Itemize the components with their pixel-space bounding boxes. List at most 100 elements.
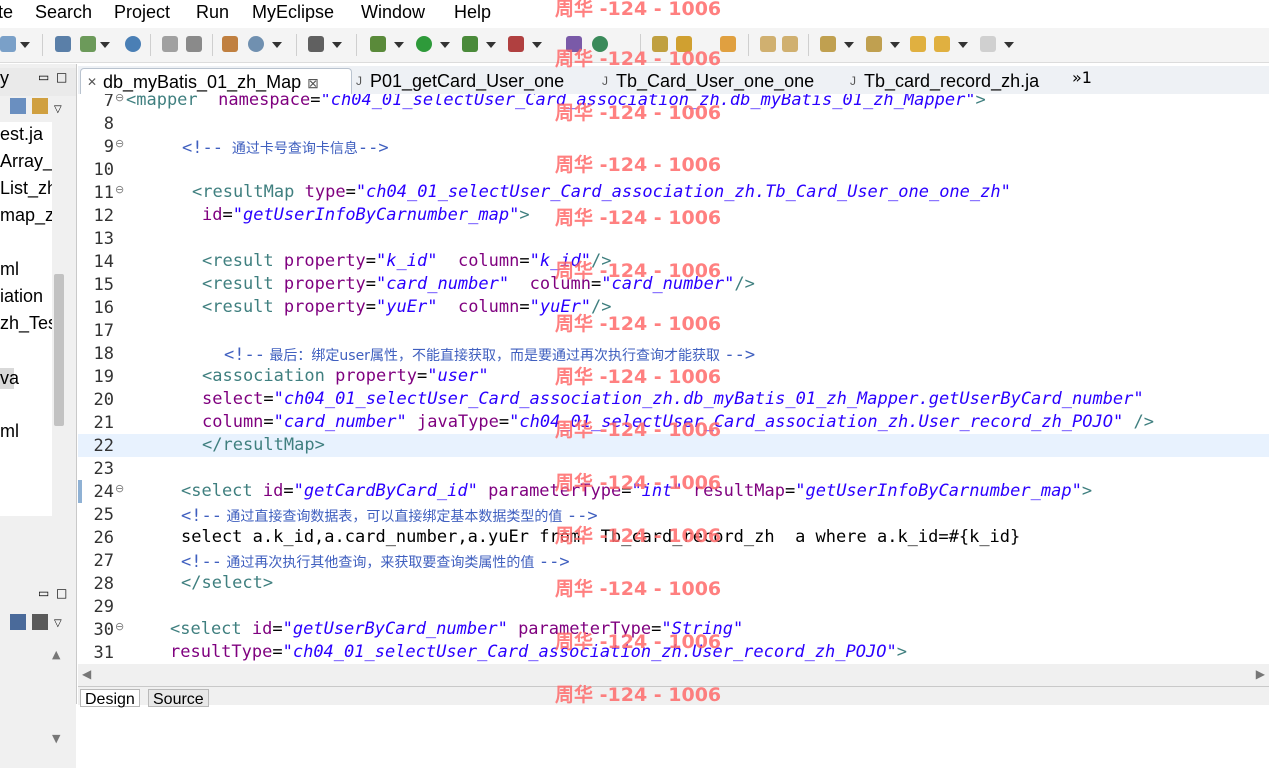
java-file-icon: J (356, 74, 362, 88)
link-with-editor-icon[interactable] (32, 98, 48, 114)
chevron-down-icon[interactable] (440, 42, 450, 48)
chevron-down-icon[interactable] (844, 42, 854, 48)
scroll-up-icon[interactable]: ▲ (52, 648, 60, 661)
chevron-down-icon[interactable] (394, 42, 404, 48)
server-icon[interactable] (0, 36, 16, 52)
tab-source[interactable]: Source (148, 689, 209, 708)
menu-run[interactable]: Run (196, 0, 229, 24)
tab-p01-getcard[interactable]: J P01_getCard_User_one (348, 68, 600, 94)
annotation-icon[interactable] (782, 36, 798, 52)
forward-icon[interactable] (980, 36, 996, 52)
view-menu-icon[interactable]: ▽ (54, 618, 62, 629)
list-item[interactable]: List_zh (0, 178, 52, 199)
scroll-right-icon[interactable]: ▶ (1256, 667, 1265, 681)
minimize-icon[interactable]: ▭ (38, 70, 49, 84)
package-tree: est.ja Array_ List_zh map_z ml iation zh… (0, 122, 52, 516)
xml-file-icon: ✕ (86, 75, 98, 89)
tab-tb-card-record[interactable]: J Tb_card_record_zh.ja (842, 68, 1084, 94)
scrollbar-thumb[interactable] (54, 274, 64, 426)
last-edit-icon[interactable] (910, 36, 926, 52)
watermark-text: 周华 -124 - 1006 (555, 48, 722, 70)
chevron-down-icon[interactable] (332, 42, 342, 48)
list-item[interactable]: ml (0, 421, 19, 442)
panel-tab-label[interactable]: y (0, 68, 9, 89)
chevron-down-icon[interactable] (100, 42, 110, 48)
menu-help[interactable]: Help (454, 0, 491, 24)
back-icon[interactable] (934, 36, 950, 52)
list-item[interactable]: map_z (0, 205, 52, 226)
watermark-text: 周华 -124 - 1006 (555, 207, 722, 229)
package-explorer-header: y ▭ □ (0, 68, 76, 96)
list-item[interactable]: zh_Tes (0, 313, 52, 334)
tab-tb-card-user[interactable]: J Tb_Card_User_one_one (594, 68, 846, 94)
tab-design[interactable]: Design (80, 689, 140, 708)
maximize-icon[interactable]: □ (56, 70, 67, 84)
tab-label: db_myBatis_01_zh_Map (103, 72, 302, 92)
list-item-selected[interactable]: va (0, 368, 19, 389)
minimize-icon[interactable]: ▭ (38, 586, 49, 600)
chevron-down-icon[interactable] (272, 42, 282, 48)
list-item[interactable]: iation (0, 286, 43, 307)
chevron-down-icon[interactable] (20, 42, 30, 48)
toolbar-separator (212, 34, 213, 56)
watermark-text: 周华 -124 - 1006 (555, 525, 722, 547)
tab-overflow-button[interactable]: »1 (1072, 68, 1092, 87)
watermark-text: 周华 -124 - 1006 (555, 0, 722, 20)
java-file-icon: J (602, 74, 608, 88)
list-item[interactable]: ml (0, 259, 19, 280)
search-file-icon[interactable] (720, 36, 736, 52)
chevron-down-icon[interactable] (958, 42, 968, 48)
toolbar-separator (356, 34, 357, 56)
view-menu-icon[interactable]: ▽ (54, 104, 62, 115)
list-item[interactable]: est.ja (0, 124, 43, 145)
watermark-text: 周华 -124 - 1006 (555, 419, 722, 441)
next-annotation-icon[interactable] (820, 36, 836, 52)
run-external-icon[interactable] (462, 36, 478, 52)
chevron-down-icon[interactable] (1004, 42, 1014, 48)
scroll-left-icon[interactable]: ◀ (82, 667, 91, 681)
chevron-down-icon[interactable] (890, 42, 900, 48)
sort-icon[interactable] (10, 614, 26, 630)
tab-db-mybatis-mapper[interactable]: ✕ db_myBatis_01_zh_Map ⊠ (80, 68, 352, 95)
tab-label: Tb_Card_User_one_one (616, 71, 815, 91)
menu-search[interactable]: Search (35, 0, 92, 24)
debug-icon[interactable] (370, 36, 386, 52)
globe-icon[interactable] (125, 36, 141, 52)
chevron-down-icon[interactable] (532, 42, 542, 48)
scroll-down-icon[interactable]: ▼ (52, 732, 60, 745)
outline-panel: ▭ □ ▽ ▲ ▼ (0, 580, 76, 768)
new-wizard-icon[interactable] (222, 36, 238, 52)
maximize-icon[interactable]: □ (56, 586, 67, 600)
menu-project[interactable]: Project (114, 0, 170, 24)
external-tools-icon[interactable] (508, 36, 524, 52)
new-project-icon[interactable] (55, 36, 71, 52)
close-icon[interactable]: ⊠ (307, 75, 319, 91)
package-tree-scrollbar[interactable] (52, 122, 66, 516)
camera-icon[interactable] (308, 36, 324, 52)
deploy-icon[interactable] (80, 36, 96, 52)
watermark-text: 周华 -124 - 1006 (555, 154, 722, 176)
menu-window[interactable]: Window (361, 0, 425, 24)
menu-myeclipse[interactable]: MyEclipse (252, 0, 334, 24)
toolbar-separator (42, 34, 43, 56)
toggle-mark-icon[interactable] (760, 36, 776, 52)
collapse-all-icon[interactable] (10, 98, 26, 114)
web-browser-icon[interactable] (248, 36, 264, 52)
watermark-text: 周华 -124 - 1006 (555, 472, 722, 494)
code-line: 13 (93, 229, 114, 249)
toolbar-separator (748, 34, 749, 56)
open-type-icon[interactable] (162, 36, 178, 52)
open-resource-icon[interactable] (186, 36, 202, 52)
watermark-text: 周华 -124 - 1006 (555, 684, 722, 706)
filter-icon[interactable] (32, 614, 48, 630)
chevron-down-icon[interactable] (486, 42, 496, 48)
code-line: 11 ⊖ <resultMap type="ch04_01_selectUser_… (93, 182, 1011, 203)
watermark-text: 周华 -124 - 1006 (555, 631, 722, 653)
toolbar-separator (808, 34, 809, 56)
menu-file-partial[interactable]: te (0, 0, 13, 24)
code-line: 27 <!-- 通过再次执行其他查询，来获取要查询类属性的值 --> (93, 551, 570, 572)
list-item[interactable]: Array_ (0, 151, 52, 172)
previous-annotation-icon[interactable] (866, 36, 882, 52)
watermark-text: 周华 -124 - 1006 (555, 578, 722, 600)
run-icon[interactable] (416, 36, 432, 52)
